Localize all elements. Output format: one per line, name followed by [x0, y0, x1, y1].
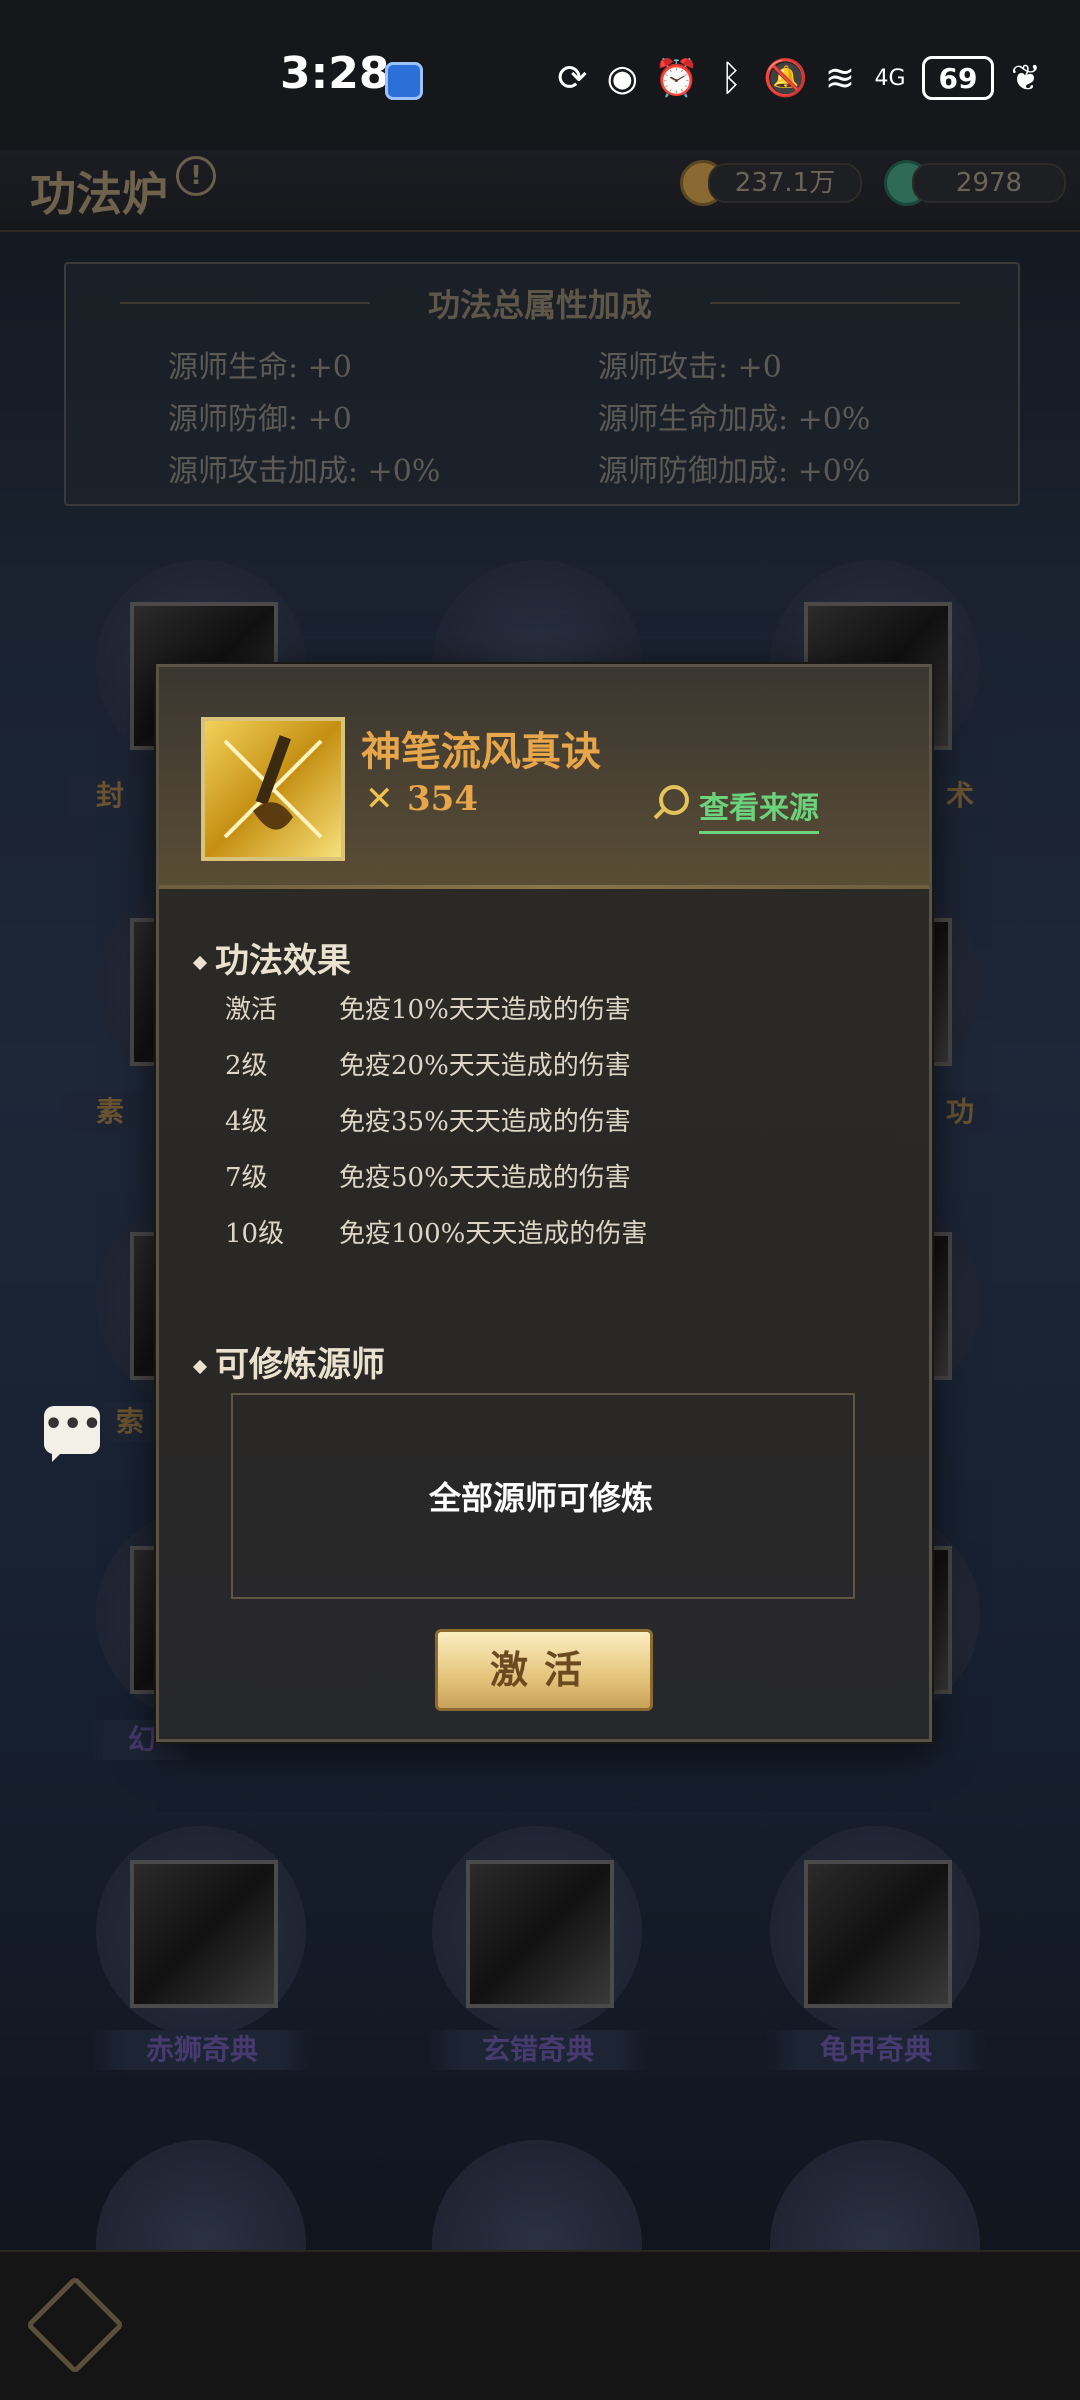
page-title: 功法炉 [30, 167, 168, 221]
skill-tile-label: 封 [60, 776, 160, 816]
effects-title-text: 功法效果 [215, 941, 351, 981]
screen: 3:28 ⟳ ◉ ⏰ ᛒ 🔕 ≋ 4G 69 ❦ 功法炉 ! 237.1万 29… [0, 0, 1080, 2400]
brush-icon [223, 735, 323, 839]
bottom-bar [0, 2250, 1080, 2400]
trainable-title-text: 可修炼源师 [215, 1345, 385, 1385]
magnifier-icon [659, 785, 689, 815]
attribute-attack: 源师攻击: +0 [598, 350, 782, 385]
skill-detail-modal: 神笔流风真诀 ✕ 354 查看来源 功法效果 激活 免疫10%天天造成的伤害 2… [156, 664, 932, 1742]
effect-level: 激活 [225, 995, 278, 1025]
effect-text: 免疫50%天天造成的伤害 [339, 1163, 631, 1193]
chat-icon[interactable]: ••• [44, 1406, 102, 1462]
music-note-skill-image [466, 1860, 614, 2008]
4g-signal-icon: 4G [874, 65, 906, 91]
effect-text: 免疫35%天天造成的伤害 [339, 1107, 631, 1137]
effect-level: 4级 [225, 1107, 268, 1137]
bluetooth-icon: ᛒ [720, 57, 742, 99]
effect-text: 免疫10%天天造成的伤害 [339, 995, 631, 1025]
mobile-data-icon: ⟳ [557, 57, 588, 99]
attribute-attack-bonus: 源师攻击加成: +0% [168, 454, 441, 489]
divider [120, 302, 370, 304]
effect-text: 免疫100%天天造成的伤害 [339, 1219, 648, 1249]
status-time: 3:28 [280, 48, 390, 99]
status-bar: 3:28 ⟳ ◉ ⏰ ᛒ 🔕 ≋ 4G 69 ❦ [0, 0, 1080, 150]
activate-button[interactable]: 激活 [435, 1629, 653, 1711]
eye-icon: ◉ [606, 57, 639, 99]
wifi-icon: ≋ [824, 57, 856, 99]
skill-tile-label: 术 [920, 776, 1000, 816]
divider [710, 302, 960, 304]
status-icons: ⟳ ◉ ⏰ ᛒ 🔕 ≋ 4G 69 ❦ [554, 56, 1044, 100]
coin-amount: 237.1万 [708, 163, 862, 203]
attribute-defense-bonus: 源师防御加成: +0% [598, 454, 871, 489]
effect-level: 2级 [225, 1051, 268, 1081]
trainable-text: 全部源师可修炼 [428, 1479, 653, 1517]
skill-tile-label: 玄错奇典 [428, 2030, 648, 2070]
mute-icon: 🔕 [763, 58, 808, 99]
skill-name: 神笔流风真诀 [361, 728, 601, 775]
shell-skill-image [804, 1860, 952, 2008]
diamond-icon [192, 955, 208, 971]
diamond-icon [192, 1359, 208, 1375]
attribute-panel-title: 功法总属性加成 [427, 286, 652, 324]
brush-skill-icon [201, 717, 345, 861]
skill-tile-label: 索 [100, 1402, 160, 1442]
info-icon[interactable]: ! [176, 156, 216, 196]
skill-tile-label: 功 [920, 1092, 1000, 1132]
skill-power: 354 [407, 779, 478, 819]
alarm-icon: ⏰ [654, 58, 700, 99]
effect-text: 免疫20%天天造成的伤害 [339, 1051, 631, 1081]
battery-icon: 69 [922, 56, 994, 100]
attribute-hp-bonus: 源师生命加成: +0% [598, 402, 871, 437]
trainable-section-title: 可修炼源师 [192, 1337, 385, 1386]
leaf-icon: ❦ [1010, 57, 1042, 99]
effect-level: 10级 [225, 1219, 285, 1249]
attribute-defense: 源师防御: +0 [168, 402, 352, 437]
crossed-swords-icon: ✕ [365, 779, 394, 819]
app-notification-icon [385, 62, 423, 100]
attribute-hp: 源师生命: +0 [168, 350, 352, 385]
view-source-link[interactable]: 查看来源 [699, 783, 819, 834]
jade-amount: 2978 [912, 163, 1066, 203]
effects-section-title: 功法效果 [192, 933, 351, 982]
effect-level: 7级 [225, 1163, 268, 1193]
skill-tile-label: 素 [60, 1092, 160, 1132]
skill-tile-label: 龟甲奇典 [766, 2030, 986, 2070]
claw-skill-image [130, 1860, 278, 2008]
divider [159, 885, 929, 889]
skill-tile-label: 赤狮奇典 [92, 2030, 312, 2070]
